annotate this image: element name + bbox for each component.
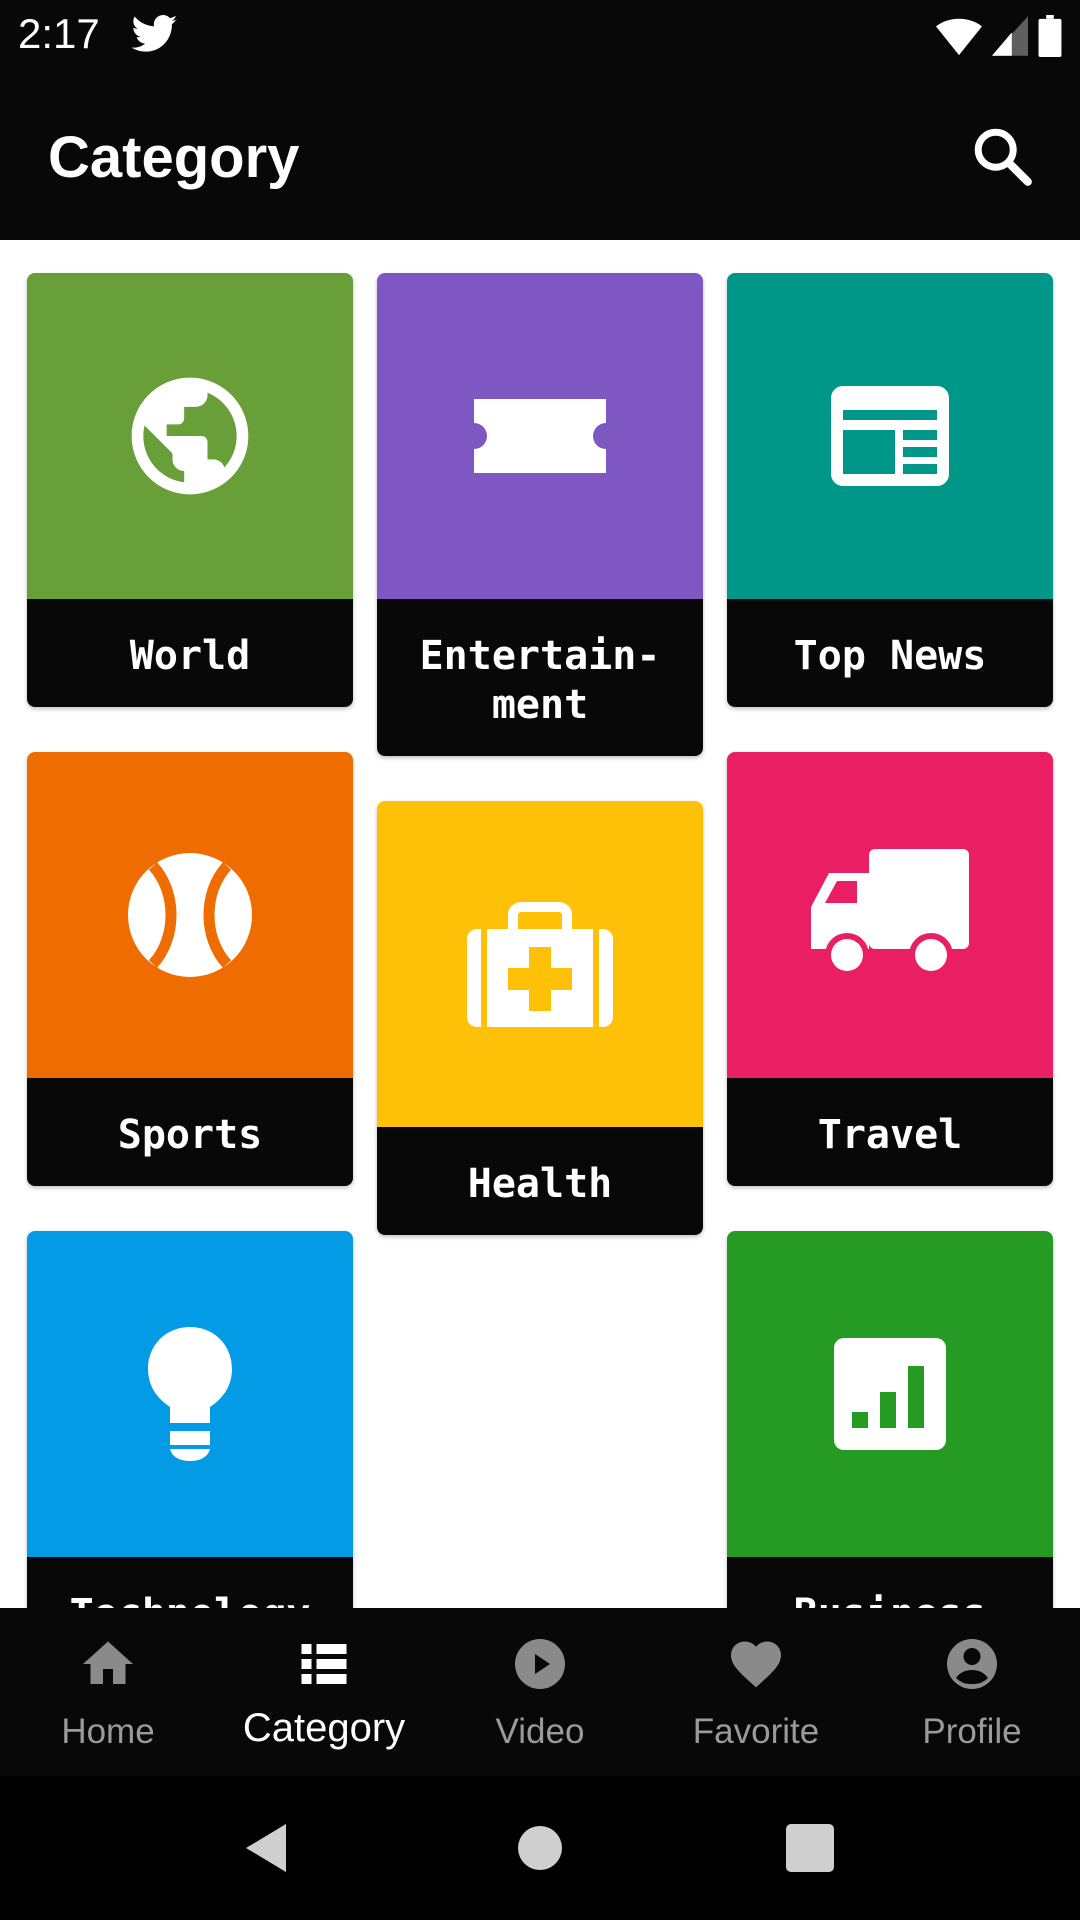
- globe-icon: [131, 377, 249, 495]
- search-icon[interactable]: [968, 122, 1038, 192]
- category-card-sports[interactable]: Sports: [27, 752, 353, 1186]
- status-bar: 2:17: [0, 0, 1080, 72]
- status-time: 2:17: [18, 10, 100, 57]
- account-circle-icon: [947, 1639, 997, 1689]
- card-label: World: [27, 599, 353, 707]
- chart-icon: [834, 1338, 946, 1450]
- back-icon[interactable]: [240, 1820, 296, 1876]
- category-card-entertainment[interactable]: Entertain- ment: [377, 273, 703, 756]
- card-label: Entertain- ment: [377, 599, 703, 756]
- battery-icon: [1038, 15, 1062, 57]
- card-label: Top News: [727, 599, 1053, 707]
- signal-icon: [992, 16, 1028, 56]
- system-nav-bar: [0, 1776, 1080, 1920]
- truck-icon: [811, 849, 969, 977]
- card-label: Business: [727, 1557, 1053, 1608]
- nav-label: Category: [242, 1706, 406, 1750]
- heart-icon: [731, 1641, 781, 1688]
- page-title: Category: [48, 125, 300, 190]
- category-card-travel[interactable]: Travel: [727, 752, 1053, 1186]
- category-card-health[interactable]: Health: [377, 801, 703, 1235]
- nav-label: Favorite: [692, 1712, 820, 1751]
- app-bar: Category: [0, 72, 1080, 240]
- play-circle-icon: [515, 1639, 565, 1689]
- nav-label: Video: [495, 1712, 585, 1751]
- card-image: [27, 1231, 353, 1557]
- card-image: [727, 1231, 1053, 1557]
- category-card-top-news[interactable]: Top News: [727, 273, 1053, 707]
- card-image: [727, 752, 1053, 1078]
- nav-home[interactable]: Home: [0, 1608, 216, 1776]
- home-icon: [83, 1641, 133, 1684]
- card-image: [27, 273, 353, 599]
- card-image: [377, 801, 703, 1127]
- nav-favorite[interactable]: Favorite: [648, 1608, 864, 1776]
- ticket-icon: [474, 399, 606, 473]
- card-image: [727, 273, 1053, 599]
- card-label: Sports: [27, 1078, 353, 1186]
- recents-icon[interactable]: [782, 1820, 838, 1876]
- ball-icon: [128, 853, 252, 977]
- card-image: [377, 273, 703, 599]
- category-card-world[interactable]: World: [27, 273, 353, 707]
- category-card-business[interactable]: Business: [727, 1231, 1053, 1608]
- nav-label: Profile: [922, 1712, 1022, 1751]
- wifi-icon: [936, 18, 982, 56]
- list-icon: [301, 1644, 347, 1684]
- category-grid: World Entertain- ment Top News Sports He…: [0, 240, 1080, 1608]
- medical-bag-icon: [467, 902, 613, 1027]
- nav-video[interactable]: Video: [432, 1608, 648, 1776]
- newspaper-icon: [831, 386, 949, 486]
- nav-label: Home: [61, 1712, 155, 1751]
- home-circle-icon[interactable]: [512, 1820, 568, 1876]
- category-card-technology[interactable]: Technology: [27, 1231, 353, 1608]
- nav-profile[interactable]: Profile: [864, 1608, 1080, 1776]
- card-label: Technology: [27, 1557, 353, 1608]
- nav-category[interactable]: Category: [216, 1608, 432, 1776]
- card-label: Health: [377, 1127, 703, 1235]
- card-image: [27, 752, 353, 1078]
- bottom-nav: Home Category Video Favorite Profile: [0, 1608, 1080, 1776]
- card-label: Travel: [727, 1078, 1053, 1186]
- status-icons: [936, 14, 1062, 58]
- twitter-icon: [132, 15, 178, 52]
- lightbulb-icon: [148, 1327, 232, 1461]
